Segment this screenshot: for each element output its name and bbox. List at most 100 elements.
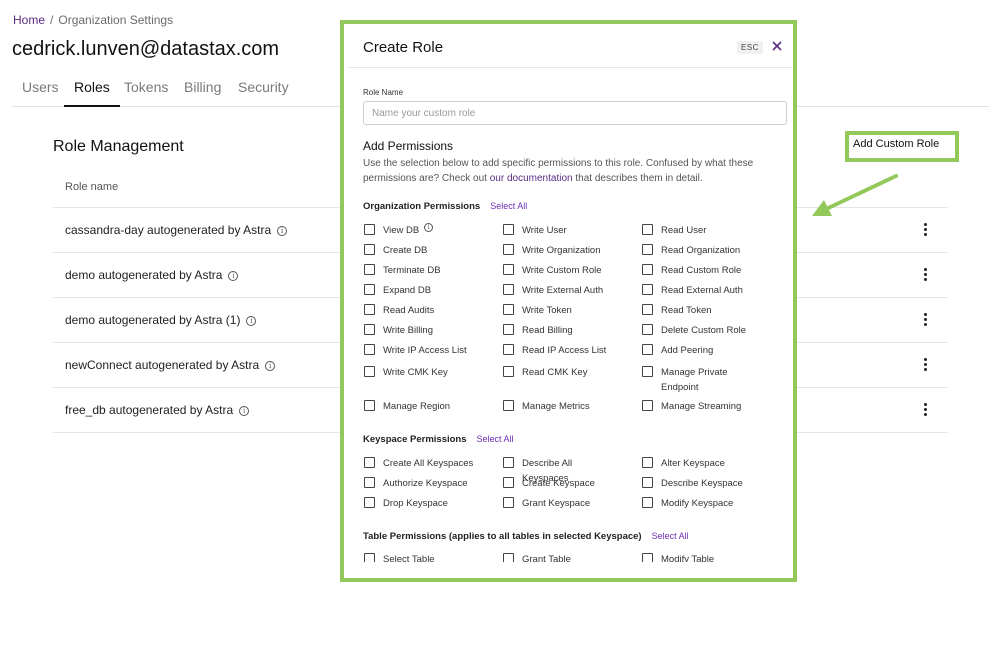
permission-read-external-auth[interactable]: Read External Auth xyxy=(642,283,743,298)
checkbox[interactable] xyxy=(642,224,653,235)
permission-read-cmk-key[interactable]: Read CMK Key xyxy=(503,365,587,380)
permission-write-ip-access-list[interactable]: Write IP Access List xyxy=(364,343,467,358)
kebab-menu-icon[interactable] xyxy=(919,267,931,283)
checkbox[interactable] xyxy=(364,224,375,235)
tab-roles[interactable]: Roles xyxy=(64,79,120,107)
checkbox[interactable] xyxy=(364,244,375,255)
checkbox[interactable] xyxy=(642,400,653,411)
checkbox[interactable] xyxy=(642,457,653,468)
checkbox[interactable] xyxy=(503,264,514,275)
kebab-menu-icon[interactable] xyxy=(919,312,931,328)
info-icon[interactable]: i xyxy=(246,316,257,326)
tab-users[interactable]: Users xyxy=(22,79,59,107)
checkbox[interactable] xyxy=(642,497,653,508)
checkbox[interactable] xyxy=(364,344,375,355)
permission-read-token[interactable]: Read Token xyxy=(642,303,712,318)
checkbox[interactable] xyxy=(364,304,375,315)
permission-write-organization[interactable]: Write Organization xyxy=(503,243,601,258)
checkbox[interactable] xyxy=(503,284,514,295)
permission-write-token[interactable]: Write Token xyxy=(503,303,572,318)
checkbox[interactable] xyxy=(364,366,375,377)
checkbox[interactable] xyxy=(364,324,375,335)
permission-read-user[interactable]: Read User xyxy=(642,223,706,238)
checkbox[interactable] xyxy=(503,553,514,562)
checkbox[interactable] xyxy=(642,477,653,488)
checkbox[interactable] xyxy=(503,366,514,377)
tab-tokens[interactable]: Tokens xyxy=(124,79,168,107)
permission-grant-table[interactable]: Grant Table xyxy=(503,552,571,562)
checkbox[interactable] xyxy=(503,344,514,355)
permission-read-audits[interactable]: Read Audits xyxy=(364,303,434,318)
checkbox[interactable] xyxy=(364,264,375,275)
org-select-all-link[interactable]: Select All xyxy=(490,201,527,211)
checkbox[interactable] xyxy=(642,304,653,315)
permission-manage-metrics[interactable]: Manage Metrics xyxy=(503,399,590,414)
permission-read-billing[interactable]: Read Billing xyxy=(503,323,573,338)
checkbox[interactable] xyxy=(503,224,514,235)
checkbox[interactable] xyxy=(503,304,514,315)
checkbox[interactable] xyxy=(642,553,653,562)
checkbox[interactable] xyxy=(364,497,375,508)
permission-manage-private-endpoint[interactable]: Manage Private Endpoint xyxy=(642,365,741,395)
checkbox[interactable] xyxy=(642,284,653,295)
permission-alter-keyspace[interactable]: Alter Keyspace xyxy=(642,456,725,471)
permission-modify-keyspace[interactable]: Modify Keyspace xyxy=(642,496,733,511)
permission-select-table[interactable]: Select Table xyxy=(364,552,435,562)
permission-manage-streaming[interactable]: Manage Streaming xyxy=(642,399,741,414)
checkbox[interactable] xyxy=(364,284,375,295)
checkbox[interactable] xyxy=(642,244,653,255)
keyspace-select-all-link[interactable]: Select All xyxy=(477,434,514,444)
documentation-link[interactable]: our documentation xyxy=(490,173,573,184)
permission-describe-keyspace[interactable]: Describe Keyspace xyxy=(642,476,743,491)
table-select-all-link[interactable]: Select All xyxy=(652,531,689,541)
tab-billing[interactable]: Billing xyxy=(184,79,221,107)
permission-modify-table[interactable]: Modify Table xyxy=(642,552,714,562)
permission-expand-db[interactable]: Expand DB xyxy=(364,283,431,298)
permission-write-cmk-key[interactable]: Write CMK Key xyxy=(364,365,448,380)
permission-add-peering[interactable]: Add Peering xyxy=(642,343,713,358)
kebab-menu-icon[interactable] xyxy=(919,402,931,418)
permission-grant-keyspace[interactable]: Grant Keyspace xyxy=(503,496,590,511)
permission-delete-custom-role[interactable]: Delete Custom Role xyxy=(642,323,746,338)
checkbox[interactable] xyxy=(642,264,653,275)
info-icon[interactable]: i xyxy=(277,226,288,236)
role-name-input[interactable] xyxy=(363,101,787,125)
add-custom-role-button[interactable]: Add Custom Role xyxy=(853,138,939,150)
info-icon[interactable]: i xyxy=(228,271,239,281)
permission-authorize-keyspace[interactable]: Authorize Keyspace xyxy=(364,476,468,491)
breadcrumb-home-link[interactable]: Home xyxy=(13,13,45,27)
checkbox[interactable] xyxy=(503,400,514,411)
permission-write-custom-role[interactable]: Write Custom Role xyxy=(503,263,602,278)
checkbox[interactable] xyxy=(642,324,653,335)
close-icon[interactable] xyxy=(771,40,783,52)
permission-write-external-auth[interactable]: Write External Auth xyxy=(503,283,603,298)
checkbox[interactable] xyxy=(503,477,514,488)
checkbox[interactable] xyxy=(503,497,514,508)
checkbox[interactable] xyxy=(503,324,514,335)
tab-security[interactable]: Security xyxy=(238,79,289,107)
checkbox[interactable] xyxy=(364,400,375,411)
permission-create-all-keyspaces[interactable]: Create All Keyspaces xyxy=(364,456,473,471)
permission-view-db[interactable]: View DB i xyxy=(364,223,434,238)
info-icon[interactable]: i xyxy=(424,223,434,232)
checkbox[interactable] xyxy=(364,553,375,562)
permission-create-keyspace[interactable]: Create Keyspace xyxy=(503,476,595,491)
info-icon[interactable]: i xyxy=(239,406,250,416)
permission-read-organization[interactable]: Read Organization xyxy=(642,243,740,258)
permission-write-billing[interactable]: Write Billing xyxy=(364,323,433,338)
kebab-menu-icon[interactable] xyxy=(919,357,931,373)
checkbox[interactable] xyxy=(642,344,653,355)
permission-write-user[interactable]: Write User xyxy=(503,223,567,238)
checkbox[interactable] xyxy=(503,244,514,255)
permission-read-ip-access-list[interactable]: Read IP Access List xyxy=(503,343,606,358)
checkbox[interactable] xyxy=(642,366,653,377)
checkbox[interactable] xyxy=(364,457,375,468)
info-icon[interactable]: i xyxy=(265,361,276,371)
permission-terminate-db[interactable]: Terminate DB xyxy=(364,263,441,278)
checkbox[interactable] xyxy=(503,457,514,468)
kebab-menu-icon[interactable] xyxy=(919,222,931,238)
permission-drop-keyspace[interactable]: Drop Keyspace xyxy=(364,496,448,511)
permission-create-db[interactable]: Create DB xyxy=(364,243,427,258)
checkbox[interactable] xyxy=(364,477,375,488)
permission-manage-region[interactable]: Manage Region xyxy=(364,399,450,414)
